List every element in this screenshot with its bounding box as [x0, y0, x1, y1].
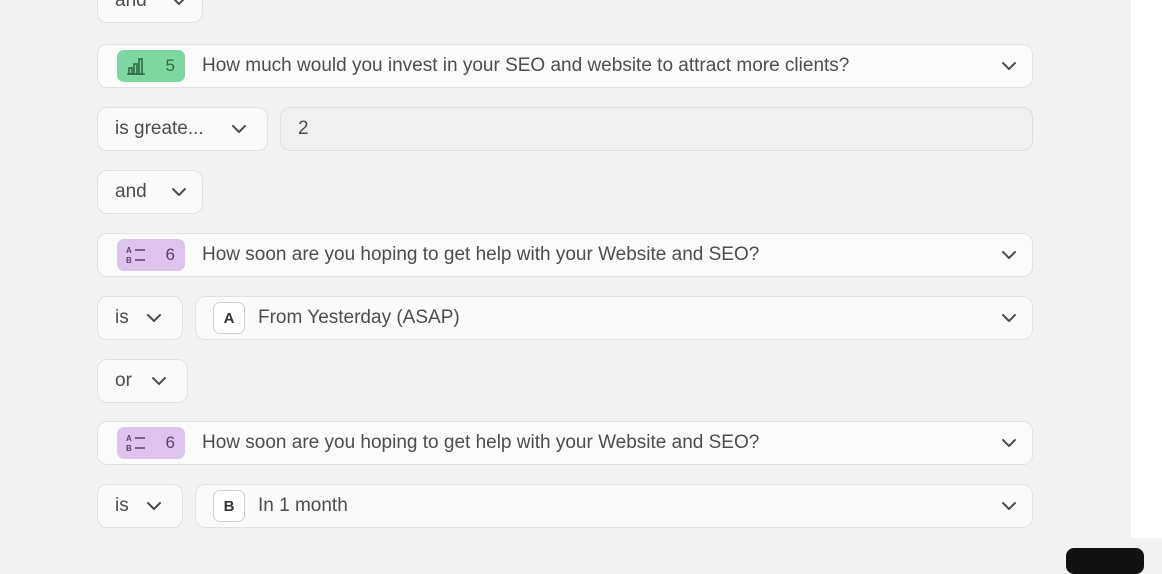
- choice-text: From Yesterday (ASAP): [258, 307, 460, 328]
- question-select-6[interactable]: A B 6 How soon are you hoping to get hel…: [97, 233, 1033, 277]
- question-select-5[interactable]: 5 How much would you invest in your SEO …: [97, 44, 1033, 88]
- question-badge: A B 6: [117, 239, 185, 271]
- svg-text:A: A: [126, 246, 132, 255]
- chevron-down-icon: [1002, 502, 1016, 510]
- chevron-down-icon: [1002, 62, 1016, 70]
- multiple-choice-icon: A B: [126, 246, 145, 265]
- question-number: 6: [165, 433, 175, 452]
- floating-action-button[interactable]: [1066, 548, 1144, 574]
- question-badge: 5: [117, 50, 185, 82]
- svg-text:B: B: [126, 256, 132, 265]
- question-number: 6: [165, 245, 175, 264]
- choice-letter-badge: A: [213, 302, 245, 334]
- connector-label: and: [115, 0, 147, 11]
- panel-edge: [1131, 0, 1162, 538]
- svg-text:A: A: [126, 434, 132, 443]
- question-select-6[interactable]: A B 6 How soon are you hoping to get hel…: [97, 421, 1033, 465]
- value-input[interactable]: 2: [280, 107, 1033, 151]
- operator-label: is greate...: [115, 118, 204, 139]
- question-badge: A B 6: [117, 427, 185, 459]
- chevron-down-icon: [1002, 314, 1016, 322]
- bar-chart-icon: [127, 58, 145, 75]
- value-text: 2: [298, 118, 309, 139]
- connector-label: and: [115, 181, 147, 202]
- choice-letter-badge: B: [213, 490, 245, 522]
- operator-dropdown[interactable]: is: [97, 484, 183, 528]
- operator-dropdown[interactable]: is: [97, 296, 183, 340]
- chevron-down-icon: [1002, 251, 1016, 259]
- chevron-down-icon: [147, 314, 161, 322]
- chevron-down-icon: [232, 125, 246, 133]
- operator-dropdown[interactable]: is greate...: [97, 107, 268, 151]
- choice-dropdown[interactable]: A From Yesterday (ASAP): [195, 296, 1033, 340]
- question-text: How much would you invest in your SEO an…: [202, 55, 850, 76]
- connector-and-dropdown[interactable]: and: [97, 170, 203, 214]
- question-text: How soon are you hoping to get help with…: [202, 432, 760, 453]
- chevron-down-icon: [152, 377, 166, 385]
- multiple-choice-icon: A B: [126, 434, 145, 453]
- operator-label: is: [115, 495, 129, 516]
- chevron-down-icon: [173, 0, 185, 5]
- connector-label: or: [115, 370, 132, 391]
- connector-or-dropdown[interactable]: or: [97, 359, 188, 403]
- chevron-down-icon: [1002, 439, 1016, 447]
- chevron-down-icon: [172, 188, 186, 196]
- connector-and-dropdown[interactable]: and: [97, 0, 203, 23]
- question-number: 5: [165, 56, 175, 75]
- operator-label: is: [115, 307, 129, 328]
- chevron-down-icon: [147, 502, 161, 510]
- choice-text: In 1 month: [258, 495, 348, 516]
- question-text: How soon are you hoping to get help with…: [202, 244, 760, 265]
- svg-text:B: B: [126, 444, 132, 453]
- choice-dropdown[interactable]: B In 1 month: [195, 484, 1033, 528]
